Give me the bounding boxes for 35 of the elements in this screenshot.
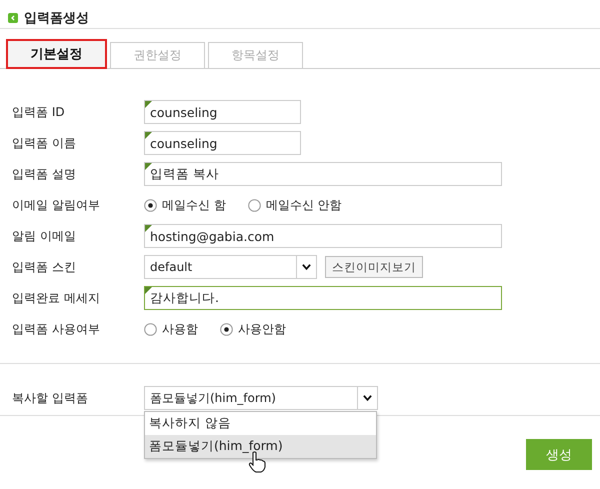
tab[interactable]: 기본설정 [6,39,107,69]
field-label: 복사할 입력폼 [12,390,89,406]
radio-button[interactable] [220,322,233,336]
input-field[interactable]: counseling [144,100,301,124]
copy-form-select[interactable]: 폼모듈넣기(him_form) [144,386,378,410]
input-field[interactable]: 감사합니다. [144,286,502,310]
corner-marker-icon [145,101,152,108]
radio-button[interactable] [144,198,157,212]
input-field[interactable]: counseling [144,131,301,155]
skin-preview-button[interactable]: 스킨이미지보기 [325,256,423,278]
input-field[interactable]: 입력폼 복사 [144,162,502,186]
radio-label: 사용안함 [238,320,286,338]
radio-label: 메일수신 함 [162,196,226,214]
field-label: 입력폼 설명 [12,166,77,182]
radio-button[interactable] [248,198,261,212]
field-label: 입력폼 사용여부 [12,320,101,338]
field-label: 입력완료 메세지 [12,290,101,306]
input-field[interactable]: hosting@gabia.com [144,224,502,248]
field-label: 입력폼 스킨 [12,258,77,276]
radio-label: 사용함 [162,320,198,338]
field-label: 알림 이메일 [12,228,77,244]
corner-marker-icon [145,132,152,139]
radio-button[interactable] [144,322,157,336]
dropdown-option[interactable]: 폼모듈넣기(him_form) [145,435,376,458]
corner-marker-icon [145,163,152,170]
corner-marker-icon [145,287,152,294]
corner-marker-icon [145,225,152,232]
bullet-icon [8,12,18,22]
skin-select[interactable]: default [144,255,317,279]
page-title: 입력폼생성 [24,10,89,26]
radio-label: 메일수신 안함 [266,196,342,214]
dropdown-option[interactable]: 복사하지 않음 [145,412,376,435]
field-label: 입력폼 이름 [12,134,77,152]
field-label: 입력폼 ID [12,104,66,120]
field-label: 이메일 알림여부 [12,196,101,214]
